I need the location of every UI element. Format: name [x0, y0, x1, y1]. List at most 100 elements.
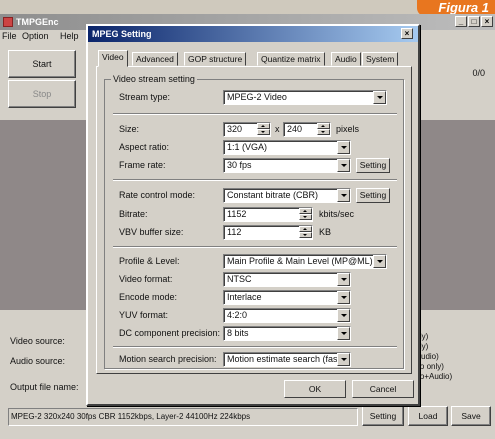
aspect-ratio-value: 1:1 (VGA) [227, 142, 268, 152]
dc-precision-select[interactable]: 8 bits [223, 326, 351, 341]
audio-source-label: Audio source: [10, 356, 66, 366]
spinner-icon[interactable] [299, 208, 312, 221]
chevron-down-icon[interactable] [337, 159, 350, 172]
mpeg-setting-dialog: MPEG Setting × Video Advanced GOP struct… [86, 24, 420, 406]
menu-option[interactable]: Option [22, 31, 49, 41]
rate-control-value: Constant bitrate (CBR) [227, 190, 319, 200]
menu-file[interactable]: File [2, 31, 17, 41]
list-item[interactable]: deo+Audio) [411, 372, 491, 382]
width-value: 320 [227, 124, 243, 134]
chevron-down-icon[interactable] [337, 309, 350, 322]
width-stepper[interactable]: 320 [223, 122, 271, 137]
maximize-icon[interactable]: □ [468, 16, 480, 27]
chevron-down-icon[interactable] [337, 189, 350, 202]
tab-system[interactable]: System [362, 52, 399, 66]
bitrate-unit: kbits/sec [319, 209, 355, 219]
divider [113, 179, 397, 181]
dc-precision-value: 8 bits [227, 328, 249, 338]
save-button[interactable]: Save [451, 406, 491, 426]
chevron-down-icon[interactable] [337, 327, 350, 340]
frame-rate-value: 30 fps [227, 160, 252, 170]
rate-control-select[interactable]: Constant bitrate (CBR) [223, 188, 351, 203]
tab-quantize-matrix[interactable]: Quantize matrix [257, 52, 325, 66]
progress-counter: 0/0 [472, 68, 485, 78]
chevron-down-icon[interactable] [373, 255, 386, 268]
list-item[interactable]: only) [411, 332, 491, 342]
yuv-format-value: 4:2:0 [227, 310, 248, 320]
tab-gop-structure[interactable]: GOP structure [184, 52, 247, 66]
bitrate-label: Bitrate: [119, 209, 148, 219]
profile-level-value: Main Profile & Main Level (MP@ML) [227, 256, 373, 266]
minimize-icon[interactable]: _ [455, 16, 467, 27]
chevron-down-icon[interactable] [337, 291, 350, 304]
load-button[interactable]: Load [408, 406, 448, 426]
chevron-down-icon[interactable] [373, 91, 386, 104]
status-bar: MPEG-2 320x240 30fps CBR 1152kbps, Layer… [8, 408, 358, 426]
list-item[interactable]: deo only) [411, 362, 491, 372]
motion-search-value: Motion estimate search (fast) [227, 354, 344, 364]
output-file-label: Output file name: [10, 382, 79, 392]
tab-advanced[interactable]: Advanced [132, 52, 178, 66]
dialog-titlebar[interactable]: MPEG Setting × [88, 26, 418, 42]
motion-search-label: Motion search precision: [119, 354, 217, 364]
encode-mode-label: Encode mode: [119, 292, 178, 302]
list-item[interactable]: +Audio) [411, 352, 491, 362]
vbv-value: 112 [227, 227, 242, 237]
encode-mode-value: Interlace [227, 292, 262, 302]
size-times: x [275, 124, 280, 134]
main-window-title: TMPGEnc [16, 17, 59, 27]
video-format-select[interactable]: NTSC [223, 272, 351, 287]
stream-type-select[interactable]: MPEG-2 Video [223, 90, 387, 105]
encode-mode-select[interactable]: Interlace [223, 290, 351, 305]
rate-control-setting-button[interactable]: Setting [356, 188, 390, 203]
spinner-icon[interactable] [317, 123, 330, 136]
cancel-button[interactable]: Cancel [352, 380, 414, 398]
video-format-label: Video format: [119, 274, 173, 284]
size-label: Size: [119, 124, 140, 134]
rate-control-label: Rate control mode: [119, 190, 196, 200]
vbv-unit: KB [319, 227, 332, 237]
yuv-format-select[interactable]: 4:2:0 [223, 308, 351, 323]
list-item[interactable]: only) [411, 342, 491, 352]
video-stream-group: Video stream setting Stream type: MPEG-2… [104, 74, 404, 369]
bitrate-stepper[interactable]: 1152 [223, 207, 313, 222]
dialog-title: MPEG Setting [92, 29, 152, 39]
divider [113, 346, 397, 348]
height-value: 240 [287, 124, 303, 134]
app-icon [3, 17, 13, 27]
stop-button[interactable]: Stop [8, 80, 76, 108]
stream-type-value: MPEG-2 Video [227, 92, 287, 102]
spinner-icon[interactable] [257, 123, 270, 136]
tab-video[interactable]: Video [98, 50, 128, 67]
close-icon[interactable]: × [481, 16, 493, 27]
menu-help[interactable]: Help [60, 31, 79, 41]
chevron-down-icon[interactable] [337, 353, 350, 366]
video-format-value: NTSC [227, 274, 252, 284]
start-button[interactable]: Start [8, 50, 76, 78]
bitrate-value: 1152 [227, 209, 247, 219]
profile-level-select[interactable]: Main Profile & Main Level (MP@ML) [223, 254, 387, 269]
profile-level-label: Profile & Level: [119, 256, 180, 266]
aspect-ratio-label: Aspect ratio: [119, 142, 170, 152]
height-stepper[interactable]: 240 [283, 122, 331, 137]
setting-button[interactable]: Setting [362, 406, 404, 426]
chevron-down-icon[interactable] [337, 273, 350, 286]
spinner-icon[interactable] [299, 226, 312, 239]
group-title: Video stream setting [111, 74, 197, 84]
output-type-list: only) only) +Audio) deo only) deo+Audio) [411, 332, 491, 382]
aspect-ratio-select[interactable]: 1:1 (VGA) [223, 140, 351, 155]
frame-rate-select[interactable]: 30 fps [223, 158, 351, 173]
frame-rate-label: Frame rate: [119, 160, 166, 170]
vbv-label: VBV buffer size: [119, 227, 184, 237]
video-source-label: Video source: [10, 336, 65, 346]
frame-rate-setting-button[interactable]: Setting [356, 158, 390, 173]
video-tab-panel: Video stream setting Stream type: MPEG-2… [96, 66, 412, 374]
vbv-stepper[interactable]: 112 [223, 225, 313, 240]
dialog-close-icon[interactable]: × [401, 28, 413, 39]
ok-button[interactable]: OK [284, 380, 346, 398]
yuv-format-label: YUV format: [119, 310, 169, 320]
chevron-down-icon[interactable] [337, 141, 350, 154]
tab-audio[interactable]: Audio [331, 52, 361, 66]
motion-search-select[interactable]: Motion estimate search (fast) [223, 352, 351, 367]
stream-type-label: Stream type: [119, 92, 171, 102]
